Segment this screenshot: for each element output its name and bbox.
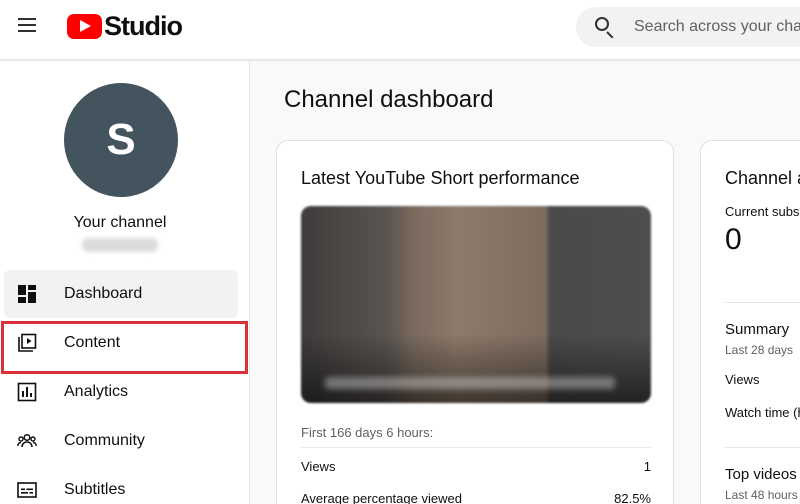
sidebar-item-label: Analytics bbox=[64, 383, 129, 400]
sidebar-item-content[interactable]: Content bbox=[4, 319, 238, 367]
stat-row-average-percentage: Average percentage viewed 82.5% bbox=[301, 491, 651, 504]
subtitles-icon bbox=[17, 480, 37, 500]
stat-label: Average percentage viewed bbox=[301, 491, 462, 504]
sidebar-item-dashboard[interactable]: Dashboard bbox=[4, 270, 238, 318]
channel-avatar[interactable]: S bbox=[64, 83, 178, 197]
stat-row-views: Views 1 bbox=[301, 459, 651, 474]
search-input[interactable] bbox=[634, 18, 800, 36]
content-icon bbox=[17, 333, 37, 353]
sidebar-item-label: Community bbox=[64, 432, 145, 449]
performance-period: First 166 days 6 hours: bbox=[301, 425, 434, 440]
divider bbox=[725, 302, 800, 303]
sidebar-item-label: Subtitles bbox=[64, 481, 126, 498]
summary-row-watch-time: Watch time (hours) bbox=[725, 405, 800, 420]
youtube-logo-icon bbox=[67, 13, 102, 39]
channel-analytics-card: Channel analytics Current subscribers 0 … bbox=[700, 140, 800, 504]
latest-short-card: Latest YouTube Short performance First 1… bbox=[276, 140, 674, 504]
sidebar-item-analytics[interactable]: Analytics bbox=[4, 368, 238, 416]
search-icon[interactable] bbox=[594, 16, 616, 39]
top-videos-period: Last 48 hours bbox=[725, 488, 798, 502]
search-bar[interactable] bbox=[576, 7, 800, 47]
current-subscribers-label: Current subscribers bbox=[725, 204, 800, 219]
summary-row-views: Views bbox=[725, 372, 760, 387]
short-thumbnail[interactable] bbox=[301, 206, 651, 403]
top-videos-title: Top videos bbox=[725, 466, 797, 483]
stat-value: 82.5% bbox=[614, 491, 651, 504]
sidebar-item-subtitles[interactable]: Subtitles bbox=[4, 466, 238, 504]
community-icon bbox=[17, 431, 37, 451]
sidebar: S Your channel Dashboard Content Analyti… bbox=[0, 61, 250, 504]
sidebar-item-label: Content bbox=[64, 334, 121, 351]
stat-value: 1 bbox=[643, 459, 651, 474]
channel-handle-redacted bbox=[82, 238, 158, 252]
summary-period: Last 28 days bbox=[725, 343, 794, 357]
analytics-icon bbox=[17, 382, 37, 402]
channel-title: Your channel bbox=[73, 214, 167, 231]
hamburger-menu-icon[interactable] bbox=[14, 14, 46, 38]
sidebar-item-community[interactable]: Community bbox=[4, 417, 238, 465]
divider bbox=[725, 447, 800, 448]
top-bar: Studio bbox=[0, 0, 800, 60]
thumbnail-caption-redacted bbox=[325, 377, 615, 389]
card-title: Latest YouTube Short performance bbox=[301, 168, 580, 188]
page-title: Channel dashboard bbox=[284, 86, 494, 113]
sidebar-item-label: Dashboard bbox=[64, 285, 143, 302]
stat-label: Views bbox=[301, 459, 336, 474]
summary-title: Summary bbox=[725, 321, 790, 338]
current-subscribers-value: 0 bbox=[725, 223, 742, 256]
studio-logo[interactable]: Studio bbox=[67, 10, 183, 41]
dashboard-icon bbox=[17, 284, 37, 304]
card-title: Channel analytics bbox=[725, 168, 800, 188]
logo-text: Studio bbox=[104, 10, 183, 41]
divider bbox=[301, 447, 651, 448]
